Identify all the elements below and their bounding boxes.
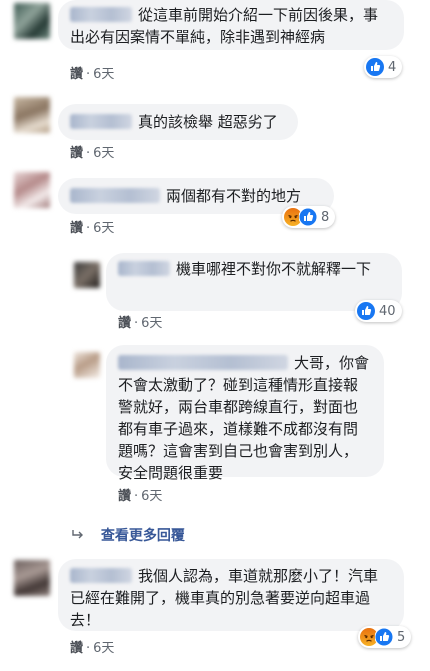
like-link[interactable]: 讚: [70, 221, 83, 236]
like-icon: [366, 58, 384, 76]
comment-bubble: 真的該檢舉 超惡劣了: [58, 104, 298, 140]
like-link[interactable]: 讚: [118, 316, 131, 331]
reaction-count: 40: [379, 303, 396, 319]
separator-dot: ·: [86, 146, 91, 161]
like-link[interactable]: 讚: [70, 641, 83, 656]
timestamp[interactable]: 6天: [141, 489, 162, 504]
avatar[interactable]: [74, 262, 100, 288]
comment-meta: 讚 · 6天: [70, 67, 114, 83]
separator-dot: ·: [134, 316, 139, 331]
reply-arrow-icon: [72, 528, 86, 544]
like-link[interactable]: 讚: [70, 146, 83, 161]
comment-text: 機車哪裡不對你不就解釋一下: [176, 260, 372, 278]
avatar[interactable]: [14, 3, 50, 39]
comment-bubble: 我個人認為，車道就那麼小了！汽車已經在難開了，機車真的別急著要逆向超車過去！: [58, 559, 404, 631]
comment-text: 真的該檢舉 超惡劣了: [138, 113, 278, 131]
commenter-name[interactable]: [118, 355, 288, 370]
avatar[interactable]: [14, 97, 50, 133]
like-icon: [299, 208, 317, 226]
like-icon: [357, 302, 375, 320]
commenter-name[interactable]: [70, 568, 132, 583]
commenter-name[interactable]: [70, 188, 160, 203]
reaction-count: 4: [388, 59, 397, 75]
timestamp[interactable]: 6天: [93, 221, 114, 236]
timestamp[interactable]: 6天: [141, 316, 162, 331]
separator-dot: ·: [86, 641, 91, 656]
separator-dot: ·: [86, 221, 91, 236]
reaction-summary[interactable]: 40: [355, 300, 402, 322]
comment-meta: 讚 · 6天: [70, 146, 114, 162]
reaction-summary[interactable]: 4: [364, 56, 403, 78]
comment-meta: 讚 · 6天: [118, 316, 162, 332]
comment-bubble: 大哥，你會不會太激動了？碰到這種情形直接報警就好，兩台車都跨線直行，對面也都有車…: [106, 345, 384, 482]
like-link[interactable]: 讚: [70, 67, 83, 82]
avatar[interactable]: [14, 560, 50, 596]
comment-text: 兩個都有不對的地方: [166, 187, 302, 205]
separator-dot: ·: [86, 67, 91, 82]
timestamp[interactable]: 6天: [93, 146, 114, 161]
comment-meta: 讚 · 6天: [70, 221, 114, 237]
view-more-replies[interactable]: 查看更多回覆: [72, 525, 185, 545]
like-link[interactable]: 讚: [118, 489, 131, 504]
reaction-count: 8: [321, 209, 330, 225]
comment-meta: 讚 · 6天: [70, 641, 114, 657]
reaction-count: 5: [397, 629, 406, 645]
reaction-summary[interactable]: 5: [358, 626, 412, 648]
timestamp[interactable]: 6天: [93, 641, 114, 656]
like-icon: [375, 628, 393, 646]
commenter-name[interactable]: [70, 7, 132, 22]
avatar[interactable]: [74, 352, 100, 378]
view-more-replies-label[interactable]: 查看更多回覆: [101, 528, 185, 544]
comment-meta: 讚 · 6天: [118, 489, 162, 505]
reaction-summary[interactable]: 8: [282, 206, 336, 228]
separator-dot: ·: [134, 489, 139, 504]
timestamp[interactable]: 6天: [93, 67, 114, 82]
commenter-name[interactable]: [70, 114, 132, 129]
commenter-name[interactable]: [118, 261, 170, 276]
comment-bubble: 從這車前開始介紹一下前因後果，事出必有因案情不單純，除非遇到神經病: [58, 0, 404, 50]
comment-text: 大哥，你會不會太激動了？碰到這種情形直接報警就好，兩台車都跨線直行，對面也都有車…: [118, 354, 370, 482]
avatar[interactable]: [14, 172, 50, 208]
